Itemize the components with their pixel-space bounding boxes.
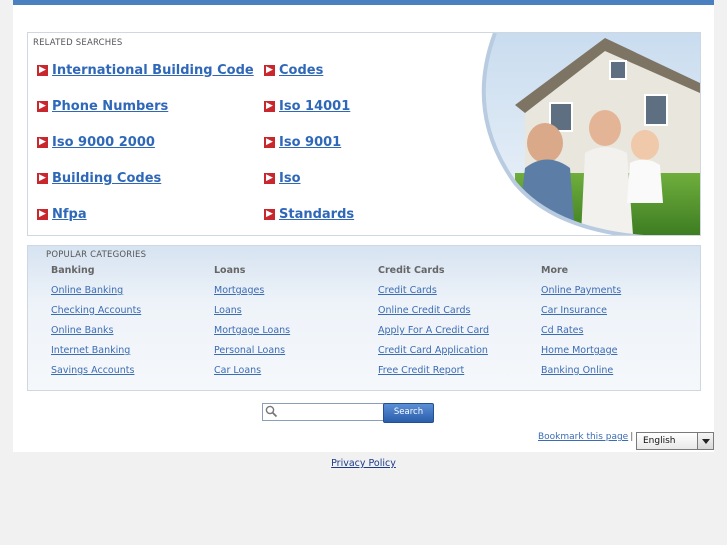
category-link[interactable]: Car Insurance xyxy=(541,305,701,325)
bookmark-link[interactable]: Bookmark this page xyxy=(538,432,628,442)
category-heading: More xyxy=(541,265,569,276)
category-heading: Credit Cards xyxy=(378,265,445,276)
related-link[interactable]: ▶ Iso 9001 xyxy=(264,132,341,152)
category-link[interactable]: Home Mortgage xyxy=(541,345,701,365)
category-link[interactable]: Cd Rates xyxy=(541,325,701,345)
category-link[interactable]: Free Credit Report xyxy=(378,365,538,385)
category-link[interactable]: Credit Cards xyxy=(378,285,538,305)
related-link[interactable]: ▶ Iso 9000 2000 xyxy=(37,132,155,152)
related-link[interactable]: ▶ Iso 14001 xyxy=(264,96,350,116)
search-input[interactable] xyxy=(262,403,395,421)
category-link[interactable]: Car Loans xyxy=(214,365,374,385)
related-link[interactable]: ▶ Phone Numbers xyxy=(37,96,168,116)
related-link[interactable]: ▶ Codes xyxy=(264,60,323,80)
category-column-credit-cards: Credit Cards Credit Cards Online Credit … xyxy=(378,265,538,385)
related-link-label[interactable]: Phone Numbers xyxy=(52,99,168,114)
category-link[interactable]: Online Banking xyxy=(51,285,211,305)
arrow-right-icon: ▶ xyxy=(264,172,275,184)
related-link-label[interactable]: Iso 9001 xyxy=(279,135,341,150)
category-column-more: More Online Payments Car Insurance Cd Ra… xyxy=(541,265,701,385)
related-link-label[interactable]: Nfpa xyxy=(52,207,87,222)
category-column-banking: Banking Online Banking Checking Accounts… xyxy=(51,265,211,385)
arrow-right-icon: ▶ xyxy=(37,208,48,220)
related-link-label[interactable]: Iso 14001 xyxy=(279,99,350,114)
arrow-right-icon: ▶ xyxy=(264,64,275,76)
arrow-right-icon: ▶ xyxy=(264,100,275,112)
related-link-label[interactable]: Standards xyxy=(279,207,354,222)
family-house-photo xyxy=(455,33,700,235)
separator: | xyxy=(630,432,634,442)
arrow-right-icon: ▶ xyxy=(37,64,48,76)
related-link-label[interactable]: International Building Code xyxy=(52,63,254,78)
arrow-right-icon: ▶ xyxy=(264,136,275,148)
category-link[interactable]: Personal Loans xyxy=(214,345,374,365)
category-link[interactable]: Checking Accounts xyxy=(51,305,211,325)
category-link[interactable]: Apply For A Credit Card xyxy=(378,325,538,345)
category-link[interactable]: Mortgages xyxy=(214,285,374,305)
arrow-right-icon: ▶ xyxy=(37,100,48,112)
category-link[interactable]: Online Banks xyxy=(51,325,211,345)
related-searches-title: RELATED SEARCHES xyxy=(33,38,123,48)
related-searches-panel: RELATED SEARCHES ▶ International Buildin… xyxy=(27,32,701,236)
category-link[interactable]: Online Credit Cards xyxy=(378,305,538,325)
chevron-down-icon[interactable] xyxy=(697,433,713,449)
language-select[interactable]: English xyxy=(636,432,714,450)
popular-categories-title: POPULAR CATEGORIES xyxy=(46,250,147,260)
category-link[interactable]: Banking Online xyxy=(541,365,701,385)
category-link[interactable]: Internet Banking xyxy=(51,345,211,365)
related-link[interactable]: ▶ International Building Code xyxy=(37,60,254,80)
arrow-right-icon: ▶ xyxy=(264,208,275,220)
arrow-right-icon: ▶ xyxy=(37,136,48,148)
category-heading: Banking xyxy=(51,265,95,276)
related-link-label[interactable]: Iso xyxy=(279,171,301,186)
related-link-label[interactable]: Iso 9000 2000 xyxy=(52,135,155,150)
related-link[interactable]: ▶ Building Codes xyxy=(37,168,161,188)
category-link[interactable]: Credit Card Application xyxy=(378,345,538,365)
category-heading: Loans xyxy=(214,265,246,276)
related-link-label[interactable]: Building Codes xyxy=(52,171,161,186)
magnifier-icon xyxy=(265,405,278,418)
category-link[interactable]: Mortgage Loans xyxy=(214,325,374,345)
search-button[interactable]: Search xyxy=(383,403,434,423)
category-column-loans: Loans Mortgages Loans Mortgage Loans Per… xyxy=(214,265,374,385)
language-select-value: English xyxy=(643,436,676,446)
category-link[interactable]: Online Payments xyxy=(541,285,701,305)
category-link[interactable]: Savings Accounts xyxy=(51,365,211,385)
footer-privacy: Privacy Policy xyxy=(0,458,727,469)
related-link-label[interactable]: Codes xyxy=(279,63,323,78)
related-link[interactable]: ▶ Nfpa xyxy=(37,204,87,224)
related-link[interactable]: ▶ Standards xyxy=(264,204,354,224)
category-link[interactable]: Loans xyxy=(214,305,374,325)
privacy-policy-link[interactable]: Privacy Policy xyxy=(331,458,396,469)
popular-categories-panel: POPULAR CATEGORIES Banking Online Bankin… xyxy=(27,245,701,391)
related-link[interactable]: ▶ Iso xyxy=(264,168,301,188)
bookmark-area: Bookmark this page | xyxy=(538,432,633,442)
arrow-right-icon: ▶ xyxy=(37,172,48,184)
